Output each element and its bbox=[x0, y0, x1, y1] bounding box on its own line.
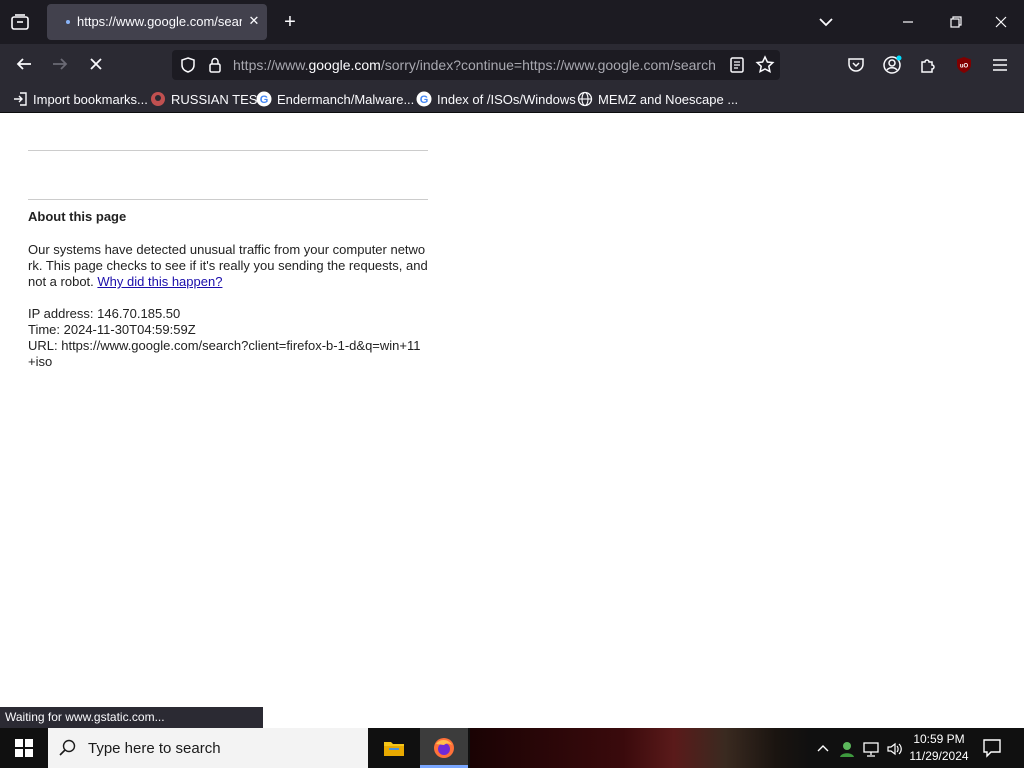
chevron-down-icon[interactable] bbox=[814, 10, 838, 34]
url-text[interactable]: https://www.google.com/sorry/index?conti… bbox=[233, 57, 718, 73]
divider bbox=[28, 150, 428, 151]
bookmark-label: Index of /ISOs/Windows bbox=[437, 91, 576, 107]
bookmark-import[interactable]: Import bookmarks... bbox=[12, 89, 148, 109]
why-did-this-happen-link[interactable]: Why did this happen? bbox=[97, 274, 222, 289]
ublock-origin-icon[interactable]: uO bbox=[954, 55, 974, 75]
loading-indicator-icon bbox=[66, 20, 70, 24]
bookmark-memz[interactable]: MEMZ and Noescape ... bbox=[577, 89, 738, 109]
volume-icon[interactable] bbox=[884, 738, 906, 760]
request-url: URL: https://www.google.com/search?clien… bbox=[28, 338, 421, 369]
reader-view-icon[interactable] bbox=[728, 56, 746, 74]
import-icon bbox=[12, 91, 28, 107]
svg-text:G: G bbox=[420, 94, 429, 106]
timestamp: Time: 2024-11-30T04:59:59Z bbox=[28, 322, 196, 337]
close-window-icon[interactable] bbox=[987, 8, 1015, 36]
tracking-protection-shield-icon[interactable] bbox=[179, 56, 197, 74]
bookmark-label: RUSSIAN TEST bbox=[171, 91, 266, 107]
close-tab-icon[interactable]: ✕ bbox=[245, 12, 263, 30]
request-details: IP address: 146.70.185.50 Time: 2024-11-… bbox=[28, 306, 428, 370]
new-tab-icon[interactable]: + bbox=[278, 10, 302, 34]
google-icon: G bbox=[256, 91, 272, 107]
svg-text:G: G bbox=[260, 94, 269, 106]
divider bbox=[28, 199, 428, 200]
search-placeholder: Type here to search bbox=[88, 740, 221, 757]
globe-icon bbox=[577, 91, 593, 107]
github-icon bbox=[150, 91, 166, 107]
url-path: /sorry/index?continue=https://www.google… bbox=[380, 57, 716, 73]
system-clock[interactable]: 10:59 PM 11/29/2024 bbox=[904, 731, 974, 765]
bookmark-label: Import bookmarks... bbox=[33, 91, 148, 107]
firefox-view-icon[interactable] bbox=[8, 10, 32, 34]
google-icon: G bbox=[416, 91, 432, 107]
bookmark-label: Endermanch/Malware... bbox=[277, 91, 415, 107]
notification-center-icon[interactable] bbox=[980, 736, 1004, 760]
network-icon[interactable] bbox=[860, 738, 882, 760]
clock-date: 11/29/2024 bbox=[909, 749, 969, 763]
hamburger-menu-icon[interactable] bbox=[990, 55, 1010, 75]
minimize-icon[interactable] bbox=[894, 8, 922, 36]
file-explorer-icon[interactable] bbox=[372, 728, 416, 768]
restore-icon[interactable] bbox=[941, 8, 969, 36]
start-windows-icon[interactable] bbox=[0, 728, 48, 768]
bookmark-label: MEMZ and Noescape ... bbox=[598, 91, 739, 107]
bookmark-index-isos[interactable]: G Index of /ISOs/Windows bbox=[416, 89, 576, 109]
extensions-puzzle-icon[interactable] bbox=[918, 55, 938, 75]
taskbar-wallpaper bbox=[470, 728, 810, 768]
clock-time: 10:59 PM bbox=[913, 732, 965, 746]
bookmark-endermanch[interactable]: G Endermanch/Malware... bbox=[256, 89, 414, 109]
pocket-icon[interactable] bbox=[846, 55, 866, 75]
url-host: google.com bbox=[308, 57, 381, 73]
stop-loading-icon[interactable] bbox=[82, 50, 110, 78]
user-tray-icon[interactable] bbox=[836, 738, 858, 760]
message-text: Our systems have detected unusual traffi… bbox=[28, 242, 428, 289]
url-scheme: https://www. bbox=[233, 57, 309, 73]
forward-icon[interactable] bbox=[46, 50, 74, 78]
firefox-taskbar-icon[interactable] bbox=[420, 728, 468, 768]
about-this-page-heading: About this page bbox=[28, 209, 127, 224]
tab-title: https://www.google.com/search bbox=[77, 14, 242, 29]
search-icon bbox=[58, 738, 78, 758]
status-panel: Waiting for www.gstatic.com... bbox=[0, 707, 263, 728]
back-icon[interactable] bbox=[10, 50, 38, 78]
ip-address: IP address: 146.70.185.50 bbox=[28, 306, 181, 321]
account-icon[interactable] bbox=[882, 55, 902, 75]
svg-text:uO: uO bbox=[960, 64, 969, 70]
lock-icon[interactable] bbox=[206, 56, 224, 74]
show-hidden-icons-chevron-up-icon[interactable] bbox=[812, 738, 834, 760]
unusual-traffic-message: Our systems have detected unusual traffi… bbox=[28, 242, 428, 290]
bookmark-russian-test[interactable]: RUSSIAN TEST bbox=[150, 89, 265, 109]
bookmark-star-icon[interactable] bbox=[755, 55, 775, 75]
active-tab[interactable]: https://www.google.com/search ✕ bbox=[47, 4, 267, 40]
